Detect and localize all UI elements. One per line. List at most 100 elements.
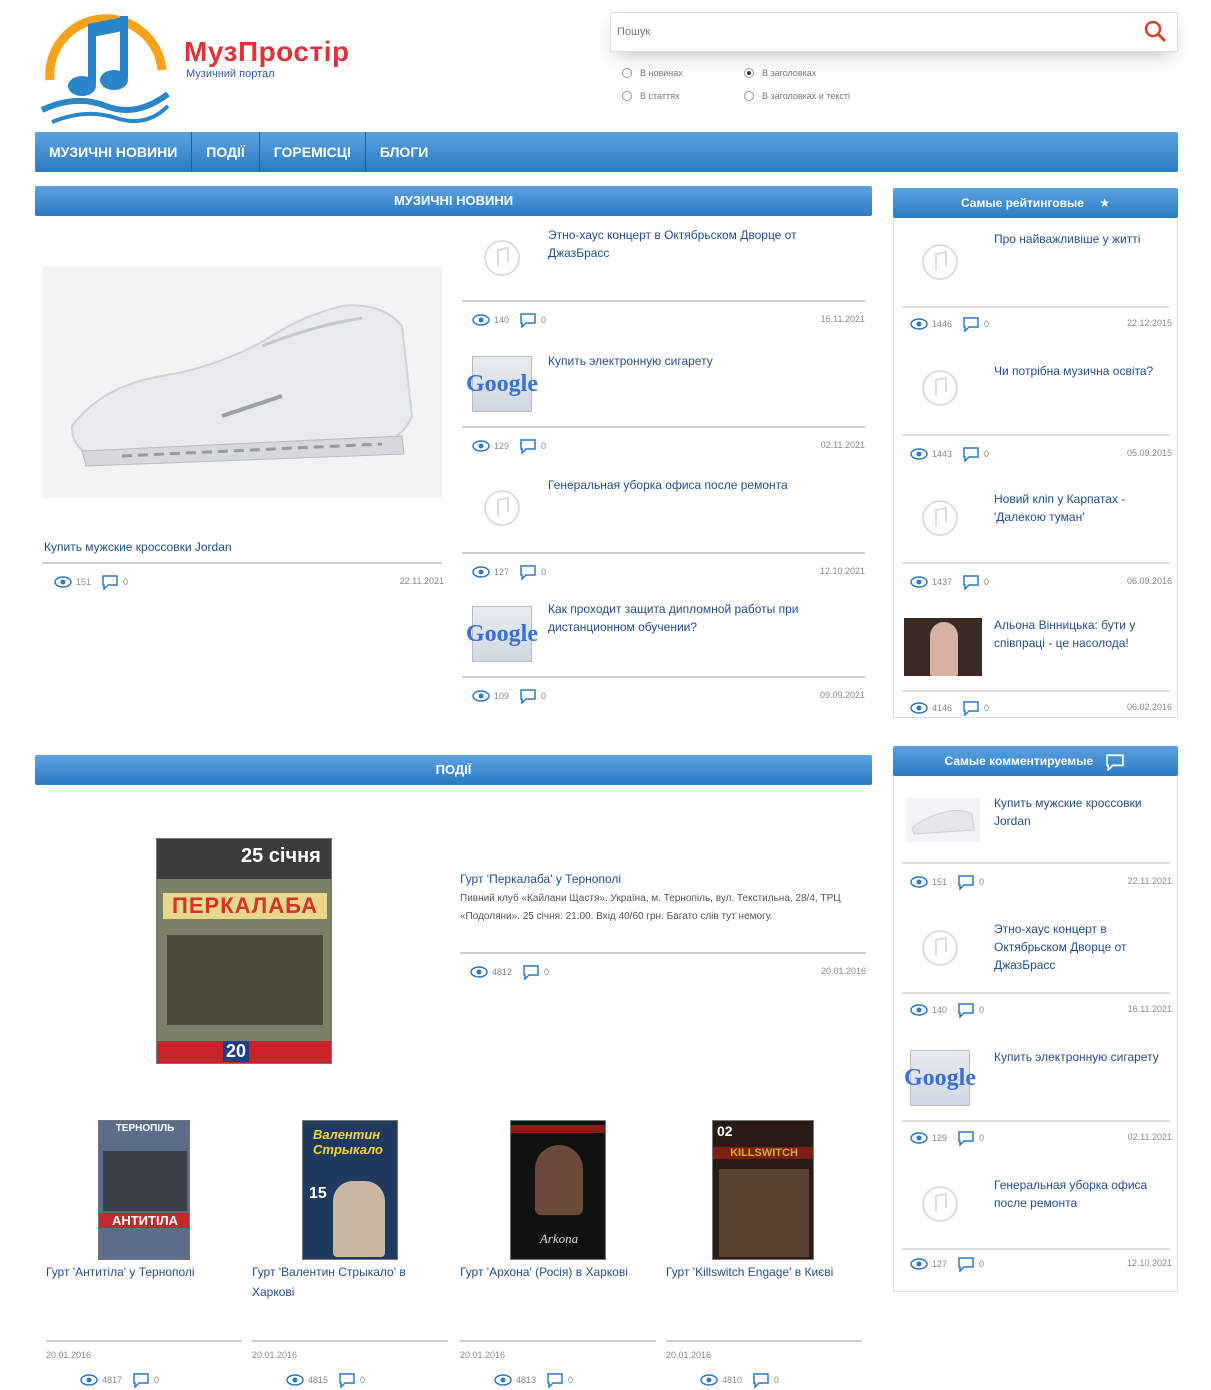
event-poster[interactable]: 02 KILLSWITCH	[712, 1120, 814, 1260]
radio-icon	[744, 91, 754, 101]
divider	[666, 1340, 862, 1342]
sidebar-item-meta: 4146 0 06.02.2016	[910, 698, 1172, 718]
sidebar-item: Про найважливіше у житті	[902, 218, 1169, 308]
nav-item-news[interactable]: МУЗИЧНІ НОВИНИ	[35, 132, 193, 172]
sidebar-item-title[interactable]: Купить мужские кроссовки Jordan	[994, 794, 1164, 830]
event-card-date: 20.01.2016	[666, 1350, 712, 1360]
news-item-meta: 127 0 12.10.2021	[472, 562, 865, 582]
sidebar-item-title[interactable]: Купить электронную сигарету	[994, 1048, 1164, 1066]
news-item-title[interactable]: Генеральная уборка офиса после ремонта	[548, 476, 858, 494]
views-icon	[910, 876, 928, 888]
event-poster[interactable]: Arkona	[510, 1120, 606, 1260]
comments-icon	[520, 313, 536, 328]
search-button[interactable]	[1139, 17, 1171, 47]
events-section-heading: ПОДІЇ	[35, 755, 872, 785]
news-thumbnail-google[interactable]: Google	[466, 356, 538, 412]
comments-icon	[523, 965, 539, 980]
search-option-news[interactable]: В новинах	[622, 68, 683, 78]
news-item-title[interactable]: Этно-хаус концерт в Октябрьском Дворце о…	[548, 226, 858, 262]
news-item-title[interactable]: Как проходит защита дипломной работы при…	[548, 600, 858, 636]
event-poster[interactable]: ТЕРНОПІЛЬ АНТИТІЛА	[98, 1120, 190, 1260]
views-icon	[494, 1374, 512, 1386]
event-card-title[interactable]: Гурт 'Антитіла' у Тернополі	[46, 1262, 242, 1282]
search-option-titles[interactable]: В заголовках	[744, 68, 816, 78]
event-card-meta: 4810 0	[700, 1370, 860, 1390]
event-card-title[interactable]: Гурт 'Killswitch Engage' в Києві	[666, 1262, 862, 1282]
sidebar-item-title[interactable]: Новий кліп у Карпатах - 'Далекою туман'	[994, 490, 1164, 526]
event-card-date: 20.01.2016	[252, 1350, 298, 1360]
sidebar-item-title[interactable]: Чи потрібна музична освіта?	[994, 362, 1164, 380]
divider	[460, 1340, 656, 1342]
views-icon	[470, 966, 488, 978]
sidebar-item: Чи потрібна музична освіта?	[902, 346, 1170, 436]
sidebar-photo[interactable]	[904, 618, 982, 676]
nav-item-events[interactable]: ПОДІЇ	[192, 132, 260, 172]
comments-icon	[520, 439, 536, 454]
sidebar-item-title[interactable]: Этно-хаус концерт в Октябрьском Дворце о…	[994, 920, 1164, 974]
views-icon	[80, 1374, 98, 1386]
most-commented-list: Купить мужские кроссовки Jordan 151 0 22…	[893, 776, 1178, 1292]
sidebar-item: Купить мужские кроссовки Jordan	[902, 776, 1170, 864]
comments-icon	[133, 1373, 149, 1388]
featured-event-poster[interactable]: 25 січня ПЕРКАЛАБА 20	[156, 838, 332, 1064]
comments-icon	[1106, 754, 1125, 772]
event-card-meta: 4813 0	[494, 1370, 654, 1390]
sidebar-item-title[interactable]: Генеральная уборка офиса после ремонта	[994, 1176, 1164, 1212]
most-commented-heading: Самые комментируемые	[893, 746, 1178, 776]
sidebar-thumbnail[interactable]	[910, 1178, 970, 1230]
comments-icon	[958, 1003, 974, 1018]
site-brand[interactable]: МузПростір	[184, 36, 350, 68]
sidebar-thumbnail[interactable]	[910, 362, 970, 414]
sidebar-item: Новий кліп у Карпатах - 'Далекою туман'	[902, 474, 1170, 564]
views-icon	[910, 576, 928, 588]
featured-news-image[interactable]	[42, 266, 442, 498]
sidebar-thumbnail[interactable]	[910, 922, 970, 974]
comments-icon	[963, 317, 979, 332]
sidebar-item-meta: 129 0 02.11.2021	[910, 1128, 1172, 1148]
music-note-icon	[922, 500, 958, 536]
event-poster[interactable]: Валентин Стрыкало 15	[302, 1120, 398, 1260]
nav-item-musicians[interactable]: ГОРЕМІСЦІ	[260, 132, 366, 172]
sidebar-item: Этно-хаус концерт в Октябрьском Дворце о…	[902, 904, 1170, 994]
views-icon	[472, 440, 490, 452]
news-thumbnail[interactable]	[472, 232, 532, 284]
featured-event-title[interactable]: Гурт 'Перкалаба' у Тернополі	[460, 870, 860, 888]
search-input[interactable]	[617, 19, 1117, 45]
music-note-icon	[484, 490, 520, 526]
sneaker-image	[42, 266, 442, 498]
site-logo[interactable]	[36, 10, 176, 128]
divider	[462, 552, 865, 554]
news-thumbnail-google[interactable]: Google	[466, 606, 538, 662]
comments-icon	[963, 447, 979, 462]
views-icon	[286, 1374, 304, 1386]
comments-icon	[963, 701, 979, 716]
sidebar-photo[interactable]	[906, 798, 980, 842]
main-nav: МУЗИЧНІ НОВИНИ ПОДІЇ ГОРЕМІСЦІ БЛОГИ	[35, 132, 1178, 172]
news-item-title[interactable]: Купить электронную сигарету	[548, 352, 858, 370]
views-icon	[910, 318, 928, 330]
nav-item-blogs[interactable]: БЛОГИ	[366, 132, 442, 172]
featured-news-title[interactable]: Купить мужские кроссовки Jordan	[44, 538, 232, 556]
search-option-articles[interactable]: В статтях	[622, 91, 679, 101]
news-thumbnail[interactable]	[472, 482, 532, 534]
news-section-heading: МУЗИЧНІ НОВИНИ	[35, 186, 872, 216]
sidebar-item: Google Купить электронную сигарету	[902, 1032, 1170, 1122]
event-card-title[interactable]: Гурт 'Архона' (Росія) в Харкові	[460, 1262, 656, 1282]
sidebar-thumbnail-google[interactable]: Google	[904, 1050, 976, 1106]
sidebar-thumbnail[interactable]	[910, 492, 970, 544]
divider	[462, 676, 865, 678]
news-list: Этно-хаус концерт в Октябрьском Дворце о…	[462, 220, 865, 720]
sidebar-item-title[interactable]: Про найважливіше у житті	[994, 230, 1164, 248]
divider	[42, 562, 442, 564]
views-icon	[910, 1132, 928, 1144]
event-card-title[interactable]: Гурт 'Валентин Стрыкало' в Харкові	[252, 1262, 448, 1302]
sidebar-thumbnail[interactable]	[910, 236, 970, 288]
sidebar-item-meta: 1437 0 06.09.2016	[910, 572, 1172, 592]
site-tagline: Музичний портал	[186, 68, 275, 80]
event-card-meta: 4817 0	[80, 1370, 240, 1390]
views-icon	[700, 1374, 718, 1386]
news-item-meta: 109 0 09.09.2021	[472, 686, 865, 706]
music-note-icon	[922, 930, 958, 966]
sidebar-item-title[interactable]: Альона Вінницька: бути у співпраці - це …	[994, 616, 1164, 652]
search-option-titles-text[interactable]: В заголовках и тексті	[744, 91, 850, 101]
